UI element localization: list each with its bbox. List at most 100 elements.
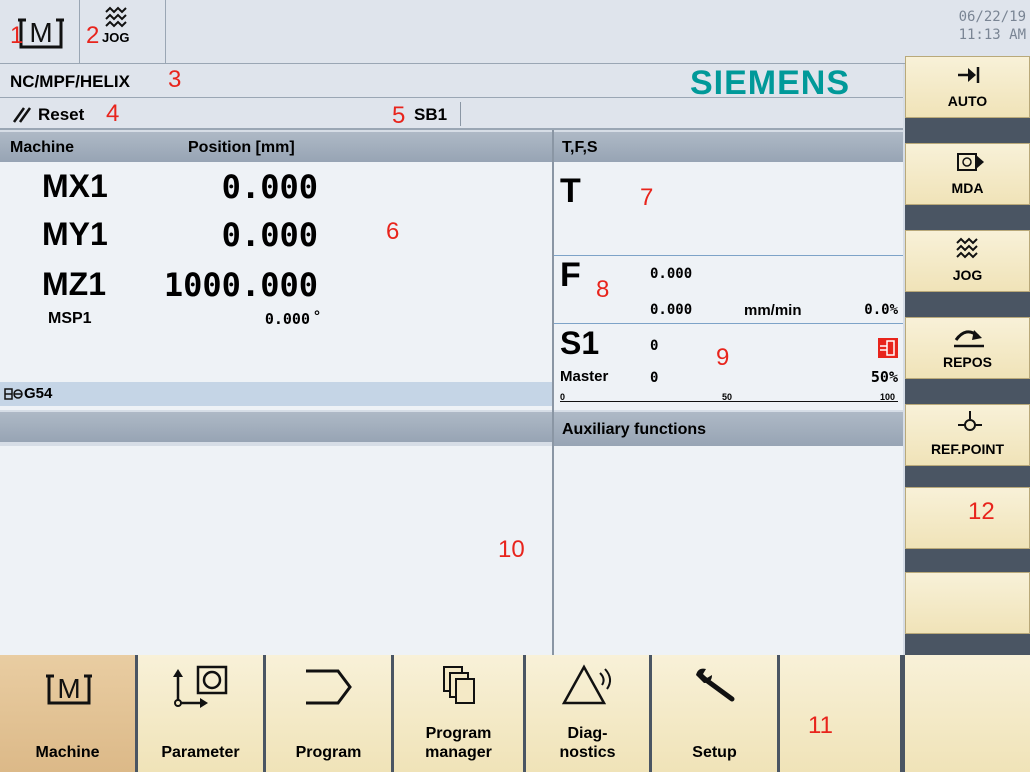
callout-10: 10 <box>498 536 525 563</box>
softkey-machine[interactable]: M Machine <box>0 655 138 772</box>
status-divider <box>460 102 461 126</box>
date-time: 06/22/19 11:13 AM <box>959 8 1026 44</box>
tfs-divider-1 <box>554 255 903 256</box>
machine-position-panel: MX1 0.000 MY1 0.000 MZ1 1000.000 MSP1 0.… <box>0 162 552 410</box>
aux-functions-panel <box>554 446 903 655</box>
aux-panel-header: Auxiliary functions <box>554 412 903 446</box>
softkey-repos-label: REPOS <box>942 354 992 370</box>
work-offset-bar: G54 <box>0 382 552 406</box>
softkey-jog-label: JOG <box>952 267 983 283</box>
reset-status: Reset <box>38 105 85 124</box>
scale-tick-50: 50 <box>722 392 733 402</box>
softkey-parameter-label: Parameter <box>161 744 240 761</box>
softkey-setup-label: Setup <box>692 744 737 761</box>
repos-icon <box>954 330 984 348</box>
softkey-program-manager-label: Program manager <box>425 725 492 761</box>
date: 06/22/19 <box>958 9 1026 25</box>
spindle-label: S1 <box>560 325 600 361</box>
tfs-divider-2 <box>554 323 903 324</box>
callout-4: 4 <box>106 100 120 127</box>
callout-9: 9 <box>716 344 730 371</box>
reset-status-icon <box>12 107 32 123</box>
feed-unit: mm/min <box>744 302 802 319</box>
position-column-header: Position [mm] <box>188 139 295 156</box>
softkey-vertical-7[interactable] <box>905 572 1030 634</box>
machine-icon: M <box>46 673 92 705</box>
callout-7: 7 <box>640 184 654 211</box>
reference-point-icon <box>958 411 982 431</box>
channel-status-row: Reset SB1 <box>0 98 903 130</box>
scale-tick-100: 100 <box>880 392 896 402</box>
softkey-ref-point-label: REF.POINT <box>930 441 1005 457</box>
machine-panel-header: Machine Position [mm] <box>0 132 552 162</box>
softkey-diagnostics[interactable]: Diag-nostics <box>526 655 652 772</box>
softkey-horizontal-7[interactable] <box>780 655 903 772</box>
callout-8: 8 <box>596 276 610 303</box>
spindle-axis-name: MSP1 <box>48 310 92 327</box>
softkey-auto-label: AUTO <box>947 93 988 109</box>
spindle-master-label: Master <box>560 368 609 385</box>
callout-6: 6 <box>386 218 400 245</box>
single-block-status: SB1 <box>414 105 448 124</box>
softkey-horizontal-8[interactable] <box>905 655 1030 772</box>
program-path-row: NC/MPF/HELIX SIEMENS <box>0 64 903 102</box>
softkey-repos[interactable]: REPOS <box>905 317 1030 379</box>
softkey-parameter[interactable]: Parameter <box>138 655 266 772</box>
scale-tick-0: 0 <box>560 392 566 402</box>
time: 11:13 AM <box>958 27 1026 43</box>
tool-label: T <box>560 172 581 210</box>
tfs-panel-header: T,F,S <box>554 132 903 162</box>
auto-mode-icon <box>958 67 980 83</box>
axis-value-mz1: 1000.000 <box>163 266 318 304</box>
axis-value-my1: 0.000 <box>221 216 318 254</box>
jog-wave-icon <box>105 6 127 28</box>
spindle-stop-icon <box>878 338 898 358</box>
feed-override: 0.0% <box>864 302 898 318</box>
spindle-override: 50% <box>870 368 898 386</box>
work-offset-icon <box>4 388 23 400</box>
aux-panel-title: Auxiliary functions <box>562 421 707 438</box>
softkey-program-label: Program <box>295 744 362 761</box>
parameter-icon <box>173 665 228 708</box>
spindle-master-value: 0 <box>650 370 659 386</box>
work-offset-label: G54 <box>24 385 53 402</box>
jog-mode-icon <box>956 237 978 259</box>
callout-11: 11 <box>808 712 833 739</box>
softkey-auto[interactable]: AUTO <box>905 56 1030 118</box>
feed-actual-value: 0.000 <box>650 302 693 318</box>
softkey-ref-point[interactable]: REF.POINT <box>905 404 1030 466</box>
jog-label: JOG <box>102 30 130 45</box>
mda-mode-icon <box>957 153 984 171</box>
diagnostics-icon <box>561 664 611 705</box>
softkey-machine-label: Machine <box>35 744 100 761</box>
axis-value-mx1: 0.000 <box>221 168 318 206</box>
feed-label: F <box>560 256 581 294</box>
program-path: NC/MPF/HELIX <box>10 72 130 91</box>
spindle-speed: 0 <box>650 338 659 354</box>
callout-5: 5 <box>392 102 406 129</box>
callout-12: 12 <box>968 498 995 525</box>
callout-1: 1 <box>10 22 24 49</box>
lower-left-panel <box>0 446 552 655</box>
tfs-title: T,F,S <box>562 139 598 156</box>
spindle-axis-value: 0.000 <box>264 310 310 328</box>
lower-left-panel-header <box>0 412 552 442</box>
softkey-setup[interactable]: Setup <box>652 655 780 772</box>
degree-unit: ° <box>314 308 320 325</box>
feed-value: 0.000 <box>650 266 693 282</box>
machine-icon: M <box>18 17 64 49</box>
top-status-bar: M JOG 06/22/19 11:13 AM <box>0 0 1030 64</box>
callout-2: 2 <box>86 22 100 49</box>
softkey-jog[interactable]: JOG <box>905 230 1030 292</box>
machine-column-header: Machine <box>10 139 75 156</box>
softkey-program-manager[interactable]: Program manager <box>394 655 526 772</box>
softkey-diagnostics-label: Diag-nostics <box>559 725 616 761</box>
program-manager-icon <box>443 666 475 704</box>
svg-text:M: M <box>57 673 80 704</box>
softkey-program[interactable]: Program <box>266 655 394 772</box>
softkey-mda[interactable]: MDA <box>905 143 1030 205</box>
program-icon <box>306 669 352 705</box>
wrench-icon <box>696 668 735 702</box>
softkey-mda-label: MDA <box>951 180 984 196</box>
svg-text:M: M <box>29 17 52 48</box>
